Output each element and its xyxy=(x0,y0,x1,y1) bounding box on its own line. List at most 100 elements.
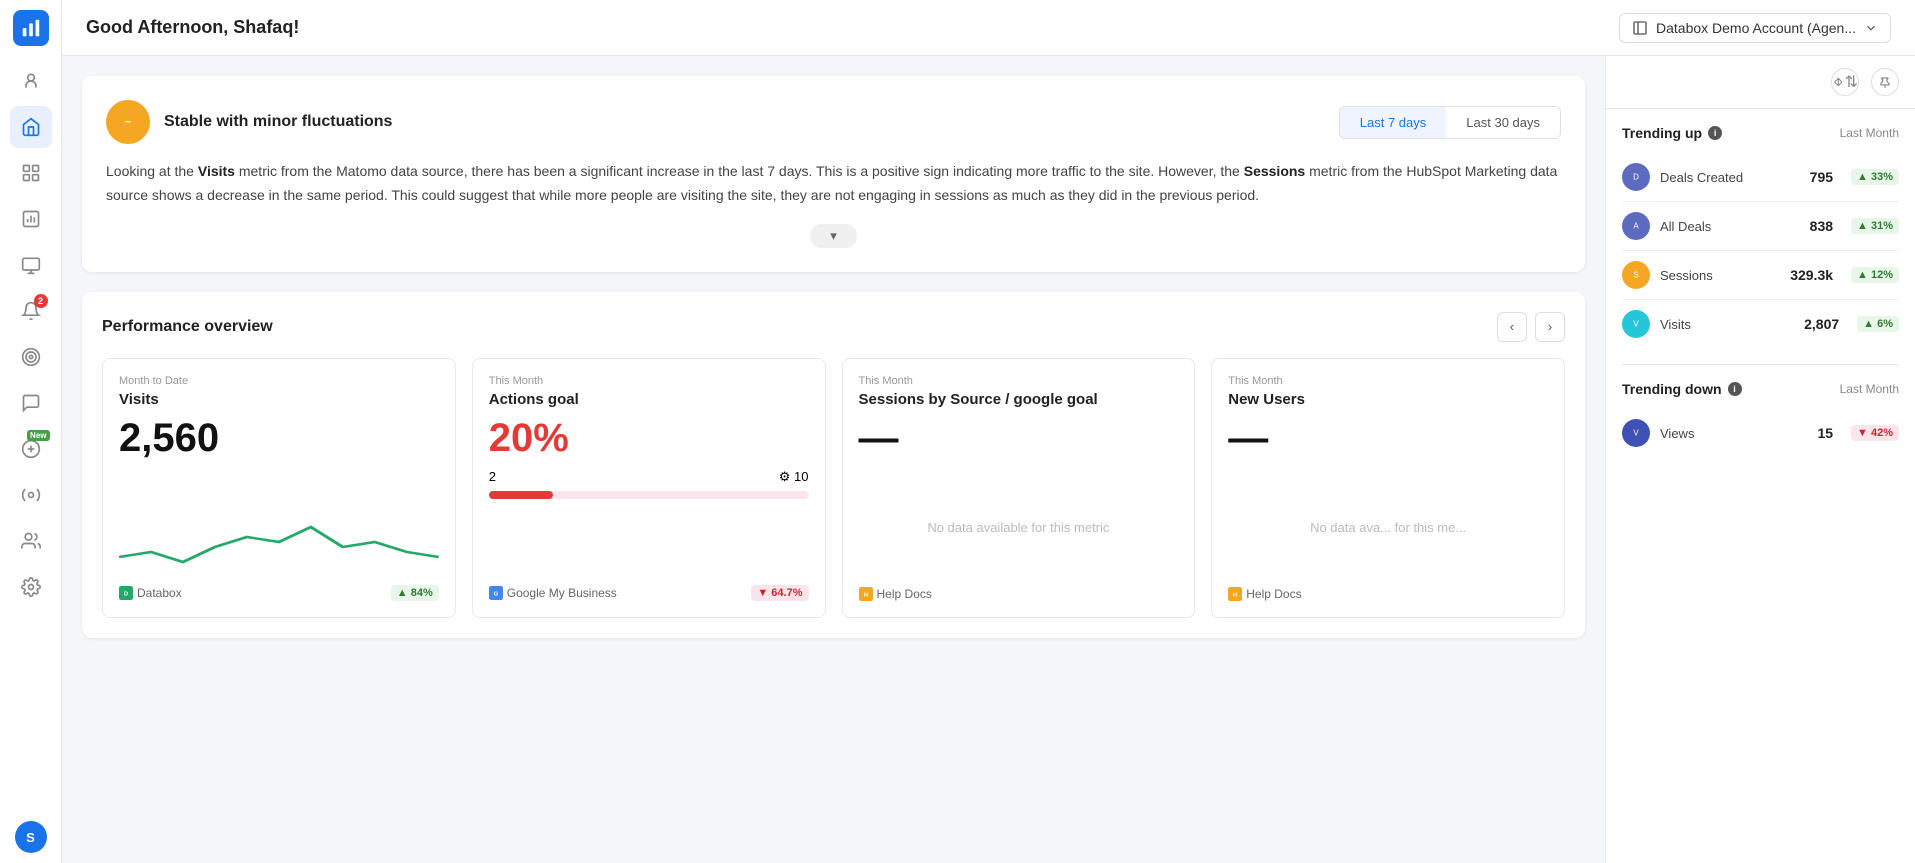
tab-last-7-days[interactable]: Last 7 days xyxy=(1340,107,1447,138)
visits-icon-svg: V xyxy=(1628,316,1644,332)
perf-card-new-users: This Month New Users — No data ava... fo… xyxy=(1211,358,1565,618)
trending-down-period: Last Month xyxy=(1840,382,1899,396)
perf-next-btn[interactable]: › xyxy=(1535,312,1565,342)
trending-item-all-deals: A All Deals 838 ▲ 31% xyxy=(1622,202,1899,251)
performance-section: Performance overview ‹ › Month to Date V… xyxy=(82,292,1585,638)
card-footer-3: H Help Docs xyxy=(1228,587,1548,601)
all-deals-icon: A xyxy=(1622,212,1650,240)
trending-down-title: Trending down i xyxy=(1622,381,1742,397)
trending-name-1: All Deals xyxy=(1660,219,1800,234)
card-title-3: New Users xyxy=(1228,391,1548,408)
pin-button[interactable] xyxy=(1871,68,1899,96)
perf-card-actions-goal: This Month Actions goal 20% 2 ⚙ 10 xyxy=(472,358,826,618)
sidebar-item-goals[interactable] xyxy=(10,336,52,378)
svg-text:V: V xyxy=(1633,429,1639,438)
trending-item-deals-created: D Deals Created 795 ▲ 33% xyxy=(1622,153,1899,202)
new-badge: New xyxy=(27,430,49,441)
svg-text:G: G xyxy=(493,591,498,597)
trending-badge-3: ▲ 6% xyxy=(1857,316,1899,332)
deals-icon: D xyxy=(1628,169,1644,185)
notifications-icon xyxy=(21,393,41,413)
helpdocs-source-icon: H xyxy=(859,587,873,601)
trending-badge-2: ▲ 12% xyxy=(1851,267,1899,283)
card-badge-0: ▲ 84% xyxy=(391,585,439,601)
trending-up-title: Trending up i xyxy=(1622,125,1722,141)
progress-bar-bg xyxy=(489,491,809,499)
sidebar-item-numbers[interactable] xyxy=(10,152,52,194)
svg-text:V: V xyxy=(1633,320,1639,329)
stable-icon: ~ xyxy=(117,111,139,133)
trending-up-section: Trending up i Last Month D Deals Created… xyxy=(1606,109,1915,364)
perf-prev-btn[interactable]: ‹ xyxy=(1497,312,1527,342)
settings-icon xyxy=(21,577,41,597)
new-feature-icon xyxy=(21,439,41,459)
trending-badge-0: ▲ 33% xyxy=(1851,169,1899,185)
trending-item-sessions: S Sessions 329.3k ▲ 12% xyxy=(1622,251,1899,300)
svg-text:D: D xyxy=(124,591,128,597)
sidebar-item-reports[interactable] xyxy=(10,198,52,240)
progress-bar-fill xyxy=(489,491,553,499)
card-value-2: — xyxy=(859,416,1179,461)
trending-value-3: 2,807 xyxy=(1804,316,1839,332)
insight-toggle-btn[interactable]: ▾ xyxy=(810,224,857,248)
sort-button[interactable]: ⇅ xyxy=(1831,68,1859,96)
trending-value-1: 838 xyxy=(1810,218,1833,234)
sidebar-item-integrations[interactable] xyxy=(10,474,52,516)
card-value-0: 2,560 xyxy=(119,416,439,461)
tab-last-30-days[interactable]: Last 30 days xyxy=(1446,107,1560,138)
user-avatar[interactable]: S xyxy=(15,821,47,853)
trending-down-badge-0: ▼ 42% xyxy=(1851,425,1899,441)
sidebar-item-settings[interactable] xyxy=(10,566,52,608)
insight-title: Stable with minor fluctuations xyxy=(164,113,392,131)
sidebar-item-notifications[interactable] xyxy=(10,382,52,424)
perf-card-visits: Month to Date Visits 2,560 D Databox xyxy=(102,358,456,618)
trending-value-2: 329.3k xyxy=(1790,267,1833,283)
building-icon xyxy=(1632,20,1648,36)
trending-badge-1: ▲ 31% xyxy=(1851,218,1899,234)
insight-body: Looking at the Visits metric from the Ma… xyxy=(106,160,1561,208)
gmb-source-icon: G xyxy=(489,586,503,600)
card-period-3: This Month xyxy=(1228,375,1548,387)
card-source-3: H Help Docs xyxy=(1228,587,1301,601)
svg-text:A: A xyxy=(1633,222,1639,231)
sidebar-item-home[interactable] xyxy=(10,106,52,148)
card-period-2: This Month xyxy=(859,375,1179,387)
card-value-1: 20% xyxy=(489,416,809,461)
top-header: Good Afternoon, Shafaq! Databox Demo Acc… xyxy=(62,0,1915,56)
greeting-text: Good Afternoon, Shafaq! xyxy=(86,17,299,38)
views-icon-svg: V xyxy=(1628,425,1644,441)
insight-toggle: ▾ xyxy=(106,224,1561,248)
trending-up-period: Last Month xyxy=(1840,126,1899,140)
deals-created-icon: D xyxy=(1622,163,1650,191)
account-selector[interactable]: Databox Demo Account (Agen... xyxy=(1619,13,1891,43)
sidebar-item-team-mgmt[interactable] xyxy=(10,520,52,562)
sessions-icon: S xyxy=(1622,261,1650,289)
no-data-text-2: No data available for this metric xyxy=(927,520,1109,535)
sidebar-item-alerts[interactable]: 2 xyxy=(10,290,52,332)
progress-row: 2 ⚙ 10 xyxy=(489,469,809,485)
screens-icon xyxy=(21,255,41,275)
trending-up-info-icon[interactable]: i xyxy=(1708,126,1722,140)
sidebar-item-new-feature[interactable]: New xyxy=(10,428,52,470)
trending-name-0: Deals Created xyxy=(1660,170,1800,185)
trending-name-2: Sessions xyxy=(1660,268,1780,283)
svg-text:H: H xyxy=(863,592,867,598)
svg-text:H: H xyxy=(1233,592,1237,598)
sidebar-item-team[interactable] xyxy=(10,60,52,102)
alerts-badge: 2 xyxy=(34,294,48,308)
logo-icon xyxy=(20,17,42,39)
trending-down-info-icon[interactable]: i xyxy=(1728,382,1742,396)
app-logo[interactable] xyxy=(13,10,49,46)
perf-nav: ‹ › xyxy=(1497,312,1565,342)
sidebar-item-screens[interactable] xyxy=(10,244,52,286)
card-period-1: This Month xyxy=(489,375,809,387)
insight-tabs: Last 7 days Last 30 days xyxy=(1339,106,1561,139)
all-deals-icon-svg: A xyxy=(1628,218,1644,234)
goals-icon xyxy=(21,347,41,367)
no-data-text-3: No data ava... for this me... xyxy=(1310,520,1466,535)
card-footer-2: H Help Docs xyxy=(859,587,1179,601)
card-value-3: — xyxy=(1228,416,1548,461)
numbers-icon xyxy=(21,163,41,183)
account-name: Databox Demo Account (Agen... xyxy=(1656,20,1856,36)
main-area: Good Afternoon, Shafaq! Databox Demo Acc… xyxy=(62,0,1915,863)
